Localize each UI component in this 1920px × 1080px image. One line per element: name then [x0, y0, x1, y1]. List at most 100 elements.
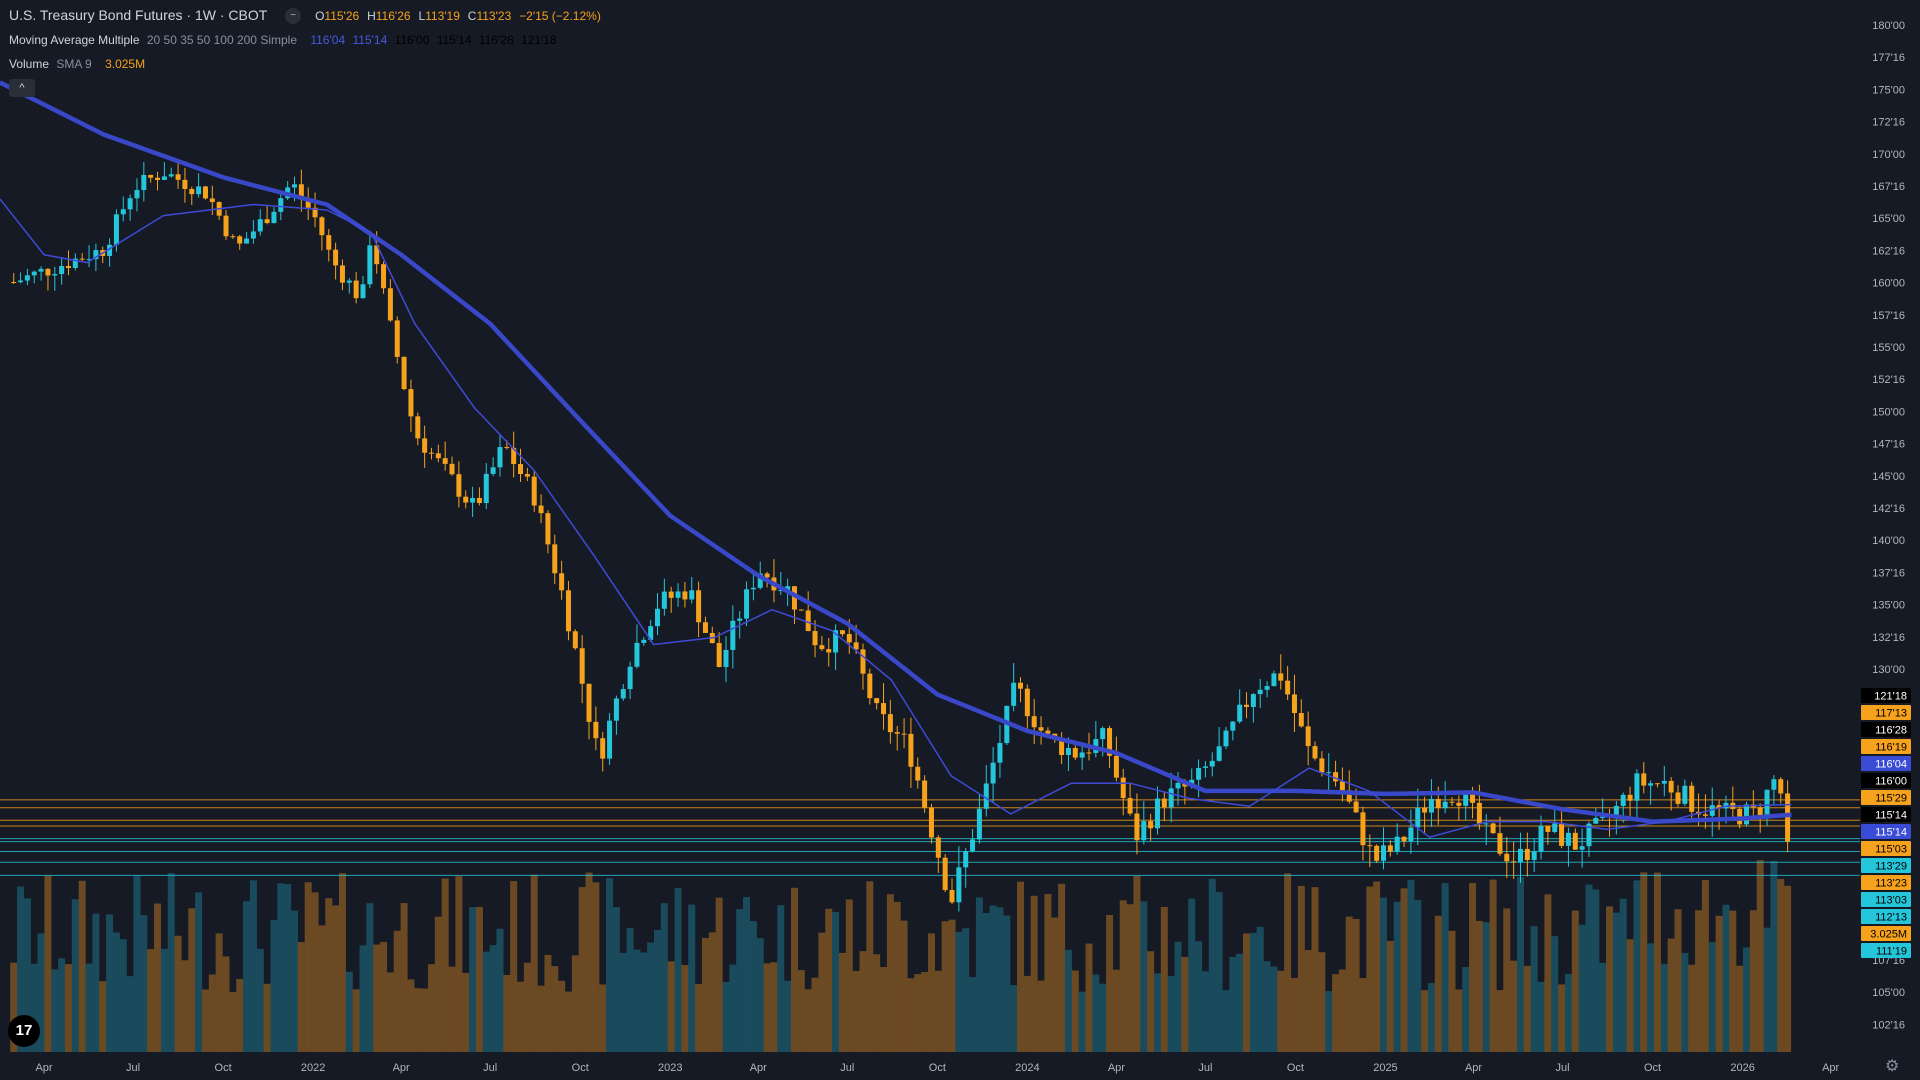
- volume-bar: [393, 930, 401, 1052]
- candle-body: [1326, 772, 1332, 774]
- candle-body: [963, 851, 969, 868]
- volume-bar: [1092, 974, 1100, 1052]
- volume-bar: [1017, 881, 1025, 1052]
- volume-bar: [44, 875, 52, 1052]
- candle-body: [839, 630, 845, 635]
- time-axis-tick: 2023: [658, 1062, 682, 1074]
- price-tag-label: 115'14: [1875, 827, 1907, 839]
- candle-body: [449, 463, 455, 475]
- candle-body: [545, 513, 551, 545]
- candle-body: [668, 591, 674, 598]
- candle-body: [1312, 746, 1318, 759]
- volume-bar: [1578, 924, 1586, 1052]
- tradingview-logo[interactable]: 17: [8, 1015, 40, 1047]
- symbol-title[interactable]: U.S. Treasury Bond Futures · 1W · CBOT: [9, 7, 267, 23]
- collapse-legend-button[interactable]: ^: [9, 79, 35, 97]
- volume-bar: [1215, 892, 1223, 1052]
- candle-body: [675, 591, 681, 598]
- volume-bar: [414, 988, 422, 1052]
- candle-body: [292, 184, 298, 188]
- volume-bar: [222, 956, 230, 1052]
- price-chart[interactable]: 180'00 177'16 175'00 172'16 170'00 167'16 165'…: [0, 0, 1920, 1080]
- volume-bar: [955, 931, 963, 1052]
- candle-body: [1627, 794, 1633, 801]
- volume-bar: [811, 977, 819, 1052]
- eye-icon[interactable]: −: [285, 8, 302, 25]
- symbol-legend[interactable]: U.S. Treasury Bond Futures · 1W · CBOT −…: [9, 7, 605, 25]
- candle-body: [1497, 833, 1503, 854]
- volume-bar: [297, 942, 305, 1052]
- candle-body: [141, 174, 147, 191]
- candle-body: [819, 645, 825, 650]
- candlesticks: [11, 161, 1791, 912]
- volume-bar: [140, 915, 148, 1052]
- volume-bar: [626, 928, 634, 1052]
- ohlc-open: O115'26: [315, 9, 360, 23]
- volume-bar: [106, 914, 114, 1052]
- ohlc-change: −2'15 (−2.12%): [519, 9, 601, 23]
- volume-bar: [1743, 947, 1751, 1052]
- volume-bar: [1701, 880, 1709, 1052]
- volume-bar: [537, 985, 545, 1052]
- volume-bar: [160, 948, 168, 1052]
- volume-bar: [1188, 898, 1196, 1052]
- time-axis-tick: 2025: [1373, 1062, 1397, 1074]
- volume-bar: [941, 921, 949, 1052]
- moving-average-legend[interactable]: Moving Average Multiple 20 50 35 50 100 …: [9, 32, 561, 48]
- candle-body: [1271, 673, 1277, 687]
- candle-body: [59, 266, 65, 274]
- candle-body: [250, 231, 256, 239]
- price-tag-label: 113'03: [1875, 895, 1907, 907]
- candle-body: [394, 320, 400, 357]
- candle-body: [990, 762, 996, 784]
- volume-bar: [1277, 970, 1285, 1052]
- candle-body: [271, 211, 277, 224]
- volume-bar: [736, 909, 744, 1052]
- volume-bar: [654, 930, 662, 1052]
- volume-bar: [1359, 978, 1367, 1052]
- volume-bar: [599, 984, 607, 1052]
- volume-bar: [1010, 985, 1018, 1052]
- candle-body: [326, 235, 332, 250]
- time-axis-tick: 2024: [1015, 1062, 1039, 1074]
- volume-bar: [784, 980, 792, 1052]
- price-axis-tick: 175'00: [1872, 84, 1905, 96]
- candle-body: [1305, 726, 1311, 747]
- volume-bar: [291, 910, 299, 1052]
- volume-bar: [859, 951, 867, 1052]
- candle-body: [1038, 727, 1044, 731]
- price-tag-label: 113'29: [1875, 861, 1907, 873]
- volume-bar: [1229, 956, 1237, 1052]
- volume-legend[interactable]: Volume SMA 9 3.025M: [9, 56, 149, 72]
- volume-bar: [58, 958, 66, 1052]
- candle-body: [908, 733, 914, 767]
- volume-bar: [462, 972, 470, 1052]
- candle-body: [922, 780, 928, 808]
- volume-bar: [975, 897, 983, 1052]
- price-tag-label: 113'23: [1875, 878, 1907, 890]
- candle-body: [168, 174, 174, 177]
- volume-bar: [1503, 908, 1511, 1052]
- candle-body: [1387, 845, 1393, 852]
- volume-bar: [695, 983, 703, 1052]
- candle-body: [360, 284, 366, 299]
- candle-body: [470, 497, 476, 503]
- volume-bar: [1510, 960, 1518, 1052]
- candle-body: [189, 188, 195, 195]
- volume-bar: [1263, 961, 1271, 1052]
- ma-indicator-name[interactable]: Moving Average Multiple: [9, 33, 140, 47]
- candle-body: [24, 275, 30, 281]
- volume-bar: [921, 972, 929, 1052]
- time-axis[interactable]: Apr Jul Oct 2022 Apr Jul Oct 2023 Apr Jul Oct 2024 A…: [35, 1062, 1839, 1074]
- ma-value-6: 121'18: [520, 33, 557, 47]
- volume-bar: [1469, 882, 1477, 1052]
- volume-bar: [756, 938, 764, 1052]
- ohlc-high: H116'26: [367, 9, 411, 23]
- volume-bar: [366, 903, 374, 1052]
- volume-indicator-name[interactable]: Volume: [9, 57, 49, 71]
- candle-body: [1216, 746, 1222, 761]
- price-axis-tick: 135'00: [1872, 600, 1905, 612]
- volume-bar: [1386, 940, 1394, 1052]
- gear-icon[interactable]: ⚙: [1885, 1056, 1899, 1076]
- candle-body: [1524, 848, 1530, 860]
